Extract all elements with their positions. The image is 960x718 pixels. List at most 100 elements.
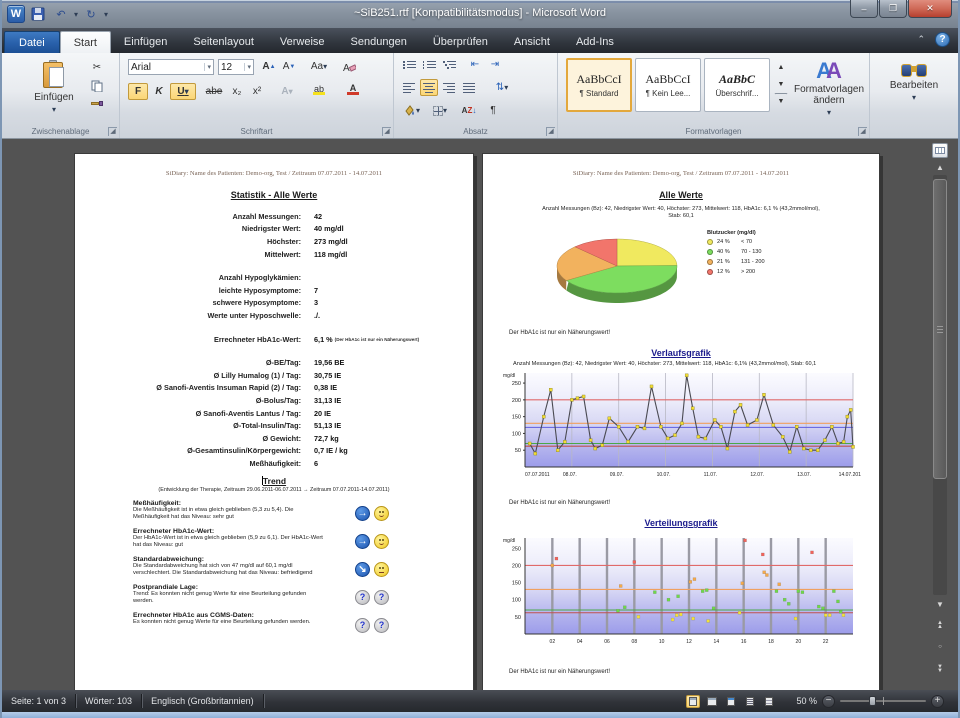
highlight-color-icon[interactable]: ab <box>306 81 332 98</box>
outline-view-icon[interactable] <box>743 695 757 708</box>
close-button[interactable]: ✕ <box>908 0 952 18</box>
scroll-up-icon[interactable]: ▲ <box>932 160 948 174</box>
increase-indent-icon[interactable]: ⇥ <box>486 56 504 73</box>
svg-text:150: 150 <box>512 581 521 587</box>
multilevel-list-icon[interactable] <box>440 56 458 73</box>
stat-row: Werte unter Hyposchwelle:./. <box>75 309 473 322</box>
tab-überprüfen[interactable]: Überprüfen <box>420 31 501 53</box>
ruler-toggle-icon[interactable] <box>932 143 948 158</box>
minimize-button[interactable]: ‒ <box>850 0 878 18</box>
shading-icon[interactable]: ▾ <box>400 102 424 119</box>
bullet-list-icon[interactable] <box>400 56 418 73</box>
previous-page-icon[interactable]: ▲▲ <box>932 617 948 632</box>
tab-ansicht[interactable]: Ansicht <box>501 31 563 53</box>
superscript-icon[interactable]: x² <box>248 83 266 100</box>
line-spacing-icon[interactable]: ⇅▾ <box>490 79 514 96</box>
numbered-list-icon[interactable] <box>420 56 438 73</box>
help-icon[interactable]: ? <box>935 32 950 47</box>
font-name-combo[interactable]: Arial▾ <box>128 59 214 75</box>
underline-button[interactable]: U▾ <box>170 83 196 100</box>
maximize-button[interactable]: ❐ <box>879 0 907 18</box>
select-browse-object-icon[interactable]: ○ <box>932 639 948 654</box>
zoom-out-icon[interactable]: − <box>822 695 835 708</box>
change-case-icon[interactable]: Aa▾ <box>306 58 332 75</box>
vertical-scrollbar[interactable]: ▲ ▼ ▲▲ ○ ▼▼ <box>929 139 951 690</box>
zoom-slider-thumb[interactable] <box>869 696 876 706</box>
stat-gap <box>75 322 473 333</box>
align-left-icon[interactable] <box>400 79 418 96</box>
document-page-2[interactable]: SiDiary: Name des Patienten: Demo-org, T… <box>482 153 880 690</box>
paste-button[interactable]: Einfügen ▾ <box>28 55 80 115</box>
italic-button[interactable]: K <box>150 83 168 100</box>
stat-label: Ø-Bolus/Tag: <box>75 396 301 405</box>
format-painter-icon[interactable] <box>88 95 106 112</box>
tab-start[interactable]: Start <box>60 31 111 53</box>
font-color-icon[interactable]: A <box>340 81 366 98</box>
legend-label: 70 - 130 <box>741 249 762 255</box>
scroll-down-icon[interactable]: ▼ <box>932 597 948 611</box>
tab-einfügen[interactable]: Einfügen <box>111 31 180 53</box>
stat-gap <box>75 260 473 271</box>
text-effects-icon[interactable]: A▾ <box>278 83 296 100</box>
document-area[interactable]: SiDiary: Name des Patienten: Demo-org, T… <box>2 139 958 690</box>
align-right-icon[interactable] <box>440 79 458 96</box>
styles-scroll-up-icon[interactable]: ▲ <box>774 59 788 75</box>
align-center-icon[interactable] <box>420 79 438 96</box>
svg-text:mg/dl: mg/dl <box>503 373 515 379</box>
styles-scroll-down-icon[interactable]: ▼ <box>774 76 788 92</box>
draft-view-icon[interactable] <box>762 695 776 708</box>
ribbon-collapse-icon[interactable]: ⌃ <box>917 34 925 45</box>
justify-icon[interactable] <box>460 79 478 96</box>
copy-icon[interactable] <box>88 77 106 94</box>
hba1c-note: Der HbA1c ist nur ein Näherungswert! <box>509 330 879 336</box>
tab-seitenlayout[interactable]: Seitenlayout <box>180 31 267 53</box>
styles-dialog-launcher-icon[interactable]: ◢ <box>858 127 867 136</box>
strikethrough-icon[interactable]: abe <box>202 83 226 100</box>
font-group-label: Schriftart <box>120 127 393 136</box>
change-styles-button[interactable]: AA Formatvorlagen ändern ▾ <box>792 55 866 118</box>
grow-font-icon[interactable]: A▲ <box>260 58 278 75</box>
styles-more-icon[interactable]: ▼ <box>774 93 788 109</box>
scrollbar-thumb[interactable] <box>933 179 947 479</box>
editing-button[interactable]: Bearbeiten ▾ <box>884 57 944 103</box>
zoom-level[interactable]: 50 % <box>796 696 817 706</box>
bold-button[interactable]: F <box>128 83 148 100</box>
svg-text:mg/dl: mg/dl <box>503 538 515 544</box>
shrink-font-icon[interactable]: A▼ <box>280 58 298 75</box>
borders-icon[interactable]: ▾ <box>428 102 452 119</box>
next-page-icon[interactable]: ▼▼ <box>932 661 948 676</box>
svg-text:250: 250 <box>512 546 521 552</box>
word-count[interactable]: Wörter: 103 <box>76 694 142 708</box>
file-tab[interactable]: Datei <box>4 31 60 53</box>
font-dialog-launcher-icon[interactable]: ◢ <box>382 127 391 136</box>
clipboard-dialog-launcher-icon[interactable]: ◢ <box>108 127 117 136</box>
show-paragraph-marks-icon[interactable]: ¶ <box>484 102 502 119</box>
style-item[interactable]: AaBbCÜberschrif... <box>704 58 770 112</box>
tab-verweise[interactable]: Verweise <box>267 31 338 53</box>
font-size-combo[interactable]: 12▾ <box>218 59 254 75</box>
clear-formatting-icon[interactable]: A <box>340 58 358 75</box>
print-layout-view-icon[interactable] <box>686 695 700 708</box>
paragraph-dialog-launcher-icon[interactable]: ◢ <box>546 127 555 136</box>
sort-icon[interactable]: AZ↓ <box>458 102 480 119</box>
alle-werte-title: Alle Werte <box>483 190 879 200</box>
cut-icon[interactable]: ✂ <box>88 59 106 76</box>
style-preview: AaBbCcI <box>576 72 621 87</box>
zoom-in-icon[interactable]: + <box>931 695 944 708</box>
style-item[interactable]: AaBbCcI¶ Standard <box>566 58 632 112</box>
question-icon: ? <box>355 590 370 605</box>
stat-gap <box>75 345 473 356</box>
font-size-value: 12 <box>221 62 232 73</box>
stat-label: Ø Sanofi-Aventis Insuman Rapid (2) / Tag… <box>75 383 301 392</box>
language-indicator[interactable]: Englisch (Großbritannien) <box>142 694 264 708</box>
page-indicator[interactable]: Seite: 1 von 3 <box>2 694 76 708</box>
subscript-icon[interactable]: x₂ <box>228 83 246 100</box>
fullscreen-reading-view-icon[interactable] <box>705 695 719 708</box>
tab-add-ins[interactable]: Add-Ins <box>563 31 627 53</box>
decrease-indent-icon[interactable]: ⇤ <box>466 56 484 73</box>
document-page-1[interactable]: SiDiary: Name des Patienten: Demo-org, T… <box>74 153 474 690</box>
web-layout-view-icon[interactable] <box>724 695 738 708</box>
style-item[interactable]: AaBbCcI¶ Kein Lee... <box>635 58 701 112</box>
zoom-slider[interactable] <box>840 700 926 702</box>
tab-sendungen[interactable]: Sendungen <box>338 31 420 53</box>
